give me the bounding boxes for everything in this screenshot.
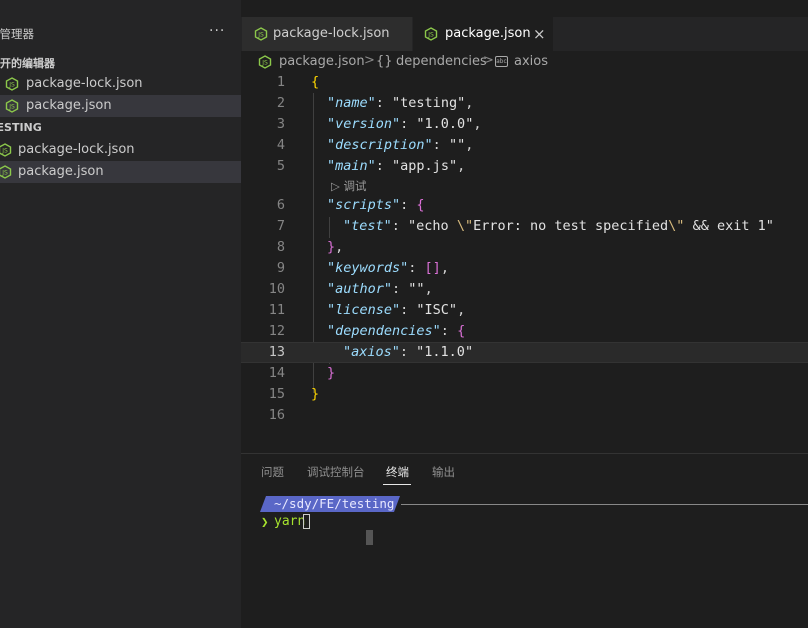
- breadcrumb-separator: >: [364, 53, 375, 68]
- folder-section-title[interactable]: TESTING: [0, 121, 42, 134]
- svg-text:JS: JS: [427, 32, 434, 39]
- code-line: 1 {: [276, 74, 320, 90]
- sidebar-top-bar: [0, 0, 241, 17]
- code-line: 2 "name": "testing",: [276, 95, 474, 111]
- nodejs-icon: JS: [0, 165, 12, 179]
- code-line: 16: [268, 407, 285, 423]
- svg-text:JS: JS: [8, 82, 15, 89]
- tab-debug-console[interactable]: 调试控制台: [307, 464, 365, 480]
- tab-package-lock[interactable]: JS package-lock.json: [242, 17, 412, 51]
- open-editor-item-package-lock[interactable]: JS package-lock.json: [0, 73, 241, 95]
- editor-area: JS package-lock.json JS package.json × J…: [241, 0, 808, 453]
- code-line: 12 "dependencies": {: [268, 323, 466, 339]
- svg-text:JS: JS: [261, 60, 268, 67]
- open-editor-item-package[interactable]: JS package.json: [0, 95, 241, 117]
- editor-tabs: JS package-lock.json JS package.json ×: [241, 17, 808, 51]
- code-line: 15 }: [268, 386, 320, 402]
- code-line: 11 "license": "ISC",: [268, 302, 466, 318]
- code-line: 9 "keywords": [],: [276, 260, 449, 276]
- breadcrumb-symbol[interactable]: dependencies: [396, 54, 487, 69]
- active-tab-indicator: [383, 484, 411, 485]
- tab-problems[interactable]: 问题: [261, 464, 284, 480]
- breadcrumb-file[interactable]: package.json: [279, 54, 365, 69]
- breadcrumb-separator: >: [483, 53, 494, 68]
- svg-text:JS: JS: [8, 104, 15, 111]
- tab-output[interactable]: 输出: [432, 464, 455, 480]
- svg-text:JS: JS: [1, 170, 8, 177]
- close-icon[interactable]: ×: [533, 25, 546, 43]
- file-label: package-lock.json: [18, 142, 135, 157]
- prompt-path: ~/sdy/FE/testing: [274, 496, 395, 511]
- debug-codelens[interactable]: ▷ 调试: [331, 178, 367, 194]
- svg-text:JS: JS: [257, 32, 264, 39]
- terminal-cursor: [303, 514, 310, 529]
- file-item-package-lock[interactable]: JS package-lock.json: [0, 139, 241, 161]
- explorer-sidebar: 源管理器 ··· 打开的编辑器 JS package-lock.json JS …: [0, 0, 241, 628]
- nodejs-icon: JS: [0, 143, 12, 157]
- explorer-header: 源管理器 ···: [0, 23, 241, 44]
- explorer-title: 源管理器: [0, 27, 34, 41]
- code-line: 8 },: [276, 239, 344, 255]
- file-item-package[interactable]: JS package.json: [0, 161, 241, 183]
- mouse-text-cursor: [366, 530, 373, 545]
- breadcrumb: JS package.json > {} dependencies > abc …: [241, 51, 808, 73]
- code-line: 4 "description": "",: [276, 137, 474, 153]
- nodejs-icon: JS: [424, 27, 438, 41]
- prompt-divider: [401, 504, 808, 505]
- open-editor-label: package.json: [26, 98, 112, 113]
- nodejs-icon: JS: [258, 55, 272, 69]
- tab-label: package.json: [445, 26, 531, 41]
- string-symbol-icon: abc: [495, 56, 508, 67]
- code-line: 6 "scripts": {: [276, 197, 425, 213]
- bottom-panel: 问题 调试控制台 终端 输出 ~/sdy/FE/testing ❯ yarn: [241, 453, 808, 628]
- tab-terminal[interactable]: 终端: [386, 464, 409, 480]
- breadcrumb-symbol-icon: {}: [376, 54, 393, 69]
- open-editors-section-title[interactable]: 打开的编辑器: [0, 55, 55, 71]
- terminal-command[interactable]: yarn: [274, 514, 305, 529]
- code-line: 5 "main": "app.js",: [276, 158, 466, 174]
- code-line: 10 "author": "",: [268, 281, 433, 297]
- code-line: 3 "version": "1.0.0",: [276, 116, 482, 132]
- code-line: 7 "test": "echo \"Error: no test specifi…: [276, 218, 774, 234]
- prompt-arrow-icon: ❯: [261, 514, 269, 529]
- more-actions-icon[interactable]: ···: [209, 23, 225, 39]
- tab-label: package-lock.json: [273, 26, 390, 41]
- breadcrumb-leaf[interactable]: axios: [514, 54, 548, 69]
- code-editor[interactable]: 1 { 2 "name": "testing", 3 "version": "1…: [241, 72, 808, 432]
- open-editor-label: package-lock.json: [26, 76, 143, 91]
- file-label: package.json: [18, 164, 104, 179]
- svg-text:JS: JS: [1, 148, 8, 155]
- code-line-current: 13 "axios": "1.1.0": [241, 342, 808, 363]
- nodejs-icon: JS: [5, 99, 19, 113]
- code-line: 14 }: [268, 365, 336, 381]
- nodejs-icon: JS: [5, 77, 19, 91]
- tab-package[interactable]: JS package.json ×: [413, 17, 553, 51]
- nodejs-icon: JS: [254, 27, 268, 41]
